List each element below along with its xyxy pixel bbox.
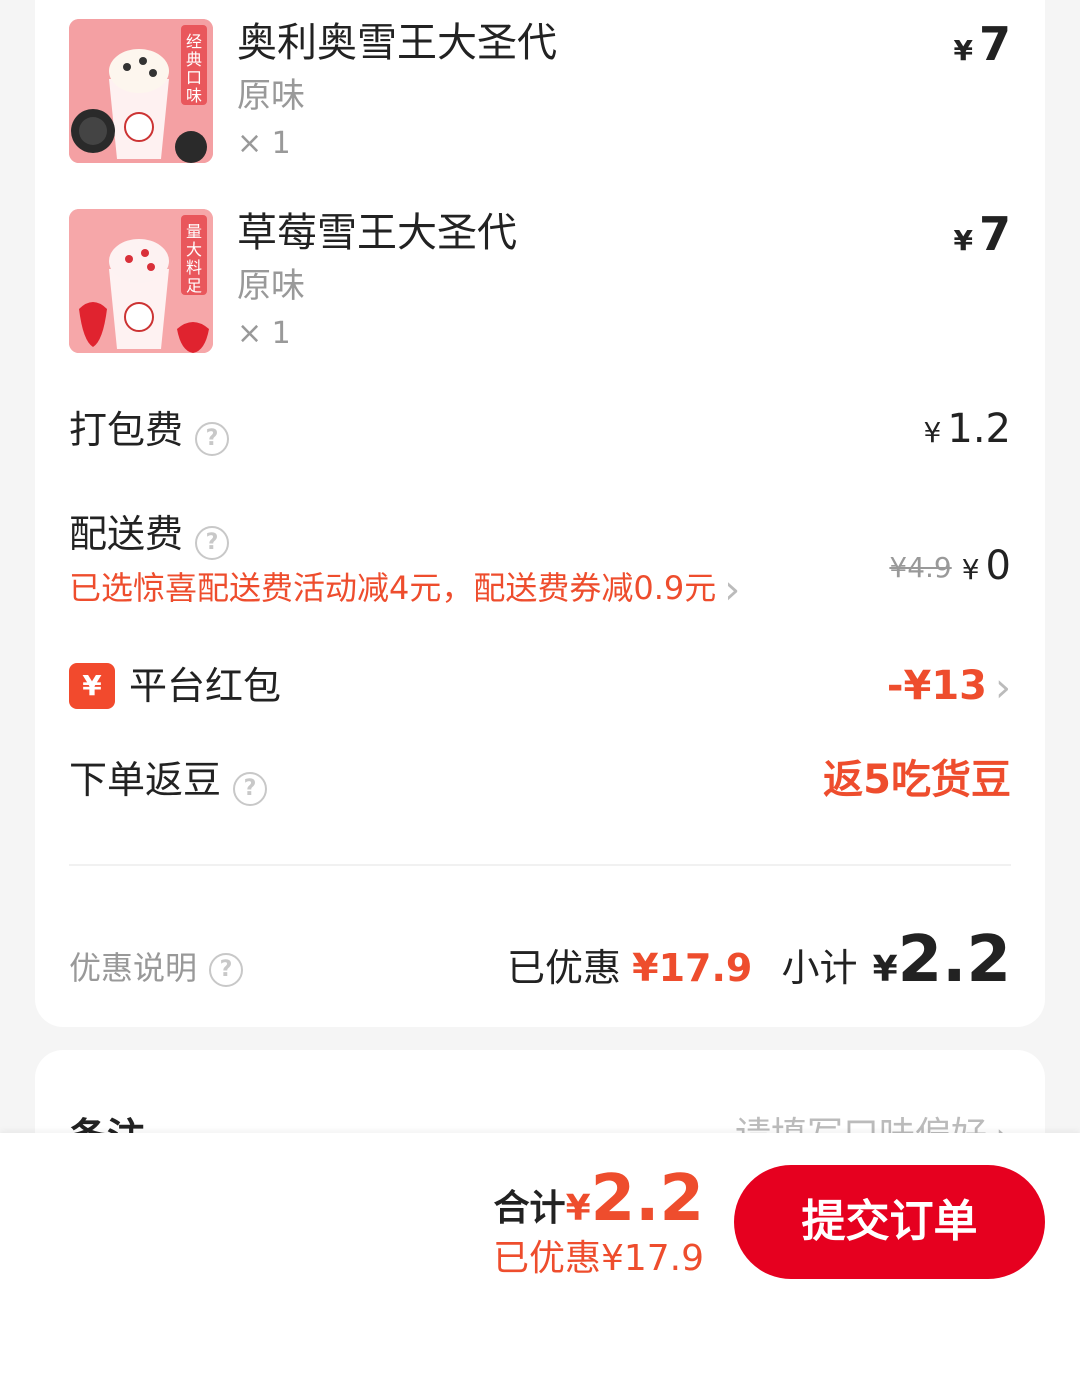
item-quantity: × 1	[237, 126, 291, 161]
help-icon[interactable]: ?	[209, 953, 244, 987]
delivery-fee-label: 配送费	[69, 512, 184, 556]
currency-symbol: ¥	[953, 224, 973, 257]
order-item[interactable]: 量 大 料 足 草莓雪王大圣代 原味 × 1 ¥7	[69, 209, 1011, 355]
item-spec: 原味	[237, 76, 305, 116]
currency-symbol: ¥	[872, 949, 898, 990]
delivery-original-price: ¥4.9	[889, 551, 952, 584]
packing-fee-label: 打包费	[69, 408, 184, 452]
item-quantity: × 1	[237, 316, 291, 351]
item-name: 草莓雪王大圣代	[237, 210, 517, 256]
discounted-label: 已优惠	[507, 946, 622, 990]
discounted-value: ¥17.9	[632, 946, 753, 990]
redpacket-icon: ¥	[69, 663, 115, 709]
order-item[interactable]: 经 典 口 味 奥利奥雪王大圣代 原味 × 1 ¥7	[69, 19, 1011, 165]
delivery-discount-note[interactable]: 已选惊喜配送费活动减4元，配送费券减0.9元 ›	[69, 566, 740, 610]
summary-row: 优惠说明? 已优惠 ¥17.9 小计 ¥2.2	[69, 924, 1011, 996]
currency-symbol: ¥	[565, 1188, 591, 1229]
delivery-fee-prices: ¥4.9 ¥0	[889, 542, 1011, 594]
item-spec: 原味	[237, 266, 305, 306]
help-icon[interactable]: ?	[233, 771, 268, 806]
total-value: 2.2	[590, 1162, 704, 1236]
chevron-right-icon: ›	[995, 665, 1011, 711]
subtotal-group: 已优惠 ¥17.9 小计 ¥2.2	[507, 924, 1011, 1012]
subtotal-value: 2.2	[897, 923, 1011, 997]
subtotal-label: 小计	[781, 946, 858, 990]
item-price: ¥7	[954, 209, 1012, 266]
order-beans-value: 返5吃货豆	[823, 757, 1011, 803]
packing-fee-value: ¥1.2	[924, 406, 1011, 452]
delivery-note-text: 已选惊喜配送费活动减4元，配送费券减0.9元	[69, 569, 717, 607]
svg-text:口: 口	[186, 68, 202, 87]
help-icon[interactable]: ?	[195, 421, 230, 456]
order-beans-row: 下单返豆? 返5吃货豆	[69, 756, 1011, 806]
product-image: 量 大 料 足	[69, 209, 213, 353]
product-image: 经 典 口 味	[69, 19, 213, 163]
order-beans-label: 下单返豆	[69, 758, 222, 802]
delivery-fee-value: 0	[985, 543, 1011, 589]
svg-text:料: 料	[186, 258, 202, 277]
svg-text:量: 量	[186, 222, 202, 241]
currency-symbol: ¥	[923, 416, 942, 449]
delivery-fee-row[interactable]: 配送费? 已选惊喜配送费活动减4元，配送费券减0.9元 › ¥4.9 ¥0	[69, 510, 1011, 610]
svg-text:大: 大	[186, 240, 202, 259]
svg-text:味: 味	[186, 86, 202, 105]
packing-fee-row: 打包费? ¥1.2	[69, 406, 1011, 456]
currency-symbol: ¥	[953, 34, 973, 67]
help-icon[interactable]: ?	[195, 525, 230, 560]
item-price: ¥7	[954, 19, 1012, 76]
discount-info-label: 优惠说明	[69, 949, 198, 987]
badge-char-1: 经	[186, 32, 202, 51]
divider	[69, 864, 1011, 866]
redpacket-value: -¥13 ›	[887, 662, 1011, 710]
platform-redpacket-row[interactable]: ¥ 平台红包 -¥13 ›	[69, 662, 1011, 712]
redpacket-label: 平台红包	[129, 664, 282, 708]
order-card: 经 典 口 味 奥利奥雪王大圣代 原味 × 1 ¥7 量 大 料 足 草莓雪王大…	[35, 0, 1045, 1027]
currency-symbol: ¥	[961, 553, 980, 586]
discount-info[interactable]: 优惠说明?	[69, 946, 244, 990]
svg-text:足: 足	[186, 276, 202, 295]
chevron-right-icon: ›	[724, 567, 741, 613]
redpacket-amount: -¥13	[886, 663, 987, 709]
submit-order-button[interactable]: 提交订单	[734, 1165, 1045, 1279]
checkout-bar: 合计¥2.2 已优惠¥17.9 提交订单	[0, 1133, 1080, 1399]
total-label: 合计	[493, 1188, 566, 1229]
item-price-value: 7	[978, 17, 1011, 71]
packing-fee-amount: 1.2	[947, 406, 1011, 452]
item-price-value: 7	[978, 207, 1011, 261]
total-discount: 已优惠¥17.9	[492, 1238, 704, 1279]
svg-text:典: 典	[186, 50, 202, 69]
item-name: 奥利奥雪王大圣代	[237, 20, 557, 66]
